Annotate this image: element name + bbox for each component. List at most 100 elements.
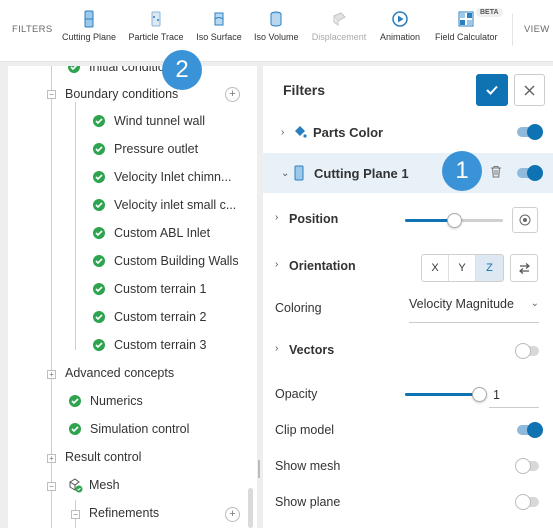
check-icon — [93, 171, 105, 183]
iso-surface-button[interactable]: Iso Surface — [196, 10, 242, 50]
tree-item-boundary[interactable]: Velocity inlet small c... — [93, 194, 236, 216]
expand-icon[interactable]: + — [47, 454, 56, 463]
axis-x-button[interactable]: X — [422, 255, 449, 281]
check-icon — [93, 199, 105, 211]
tree-item-result-control[interactable]: Result control — [65, 446, 141, 468]
tree-item-boundary[interactable]: Custom terrain 1 — [93, 278, 206, 300]
check-icon — [93, 143, 105, 155]
close-icon — [524, 84, 535, 96]
tree-item-boundary[interactable]: Custom terrain 3 — [93, 334, 206, 356]
expand-icon[interactable]: + — [47, 370, 56, 379]
opacity-slider-handle[interactable] — [472, 387, 487, 402]
chevron-right-icon[interactable]: › — [275, 343, 287, 354]
simulation-tree: Initial conditions − Boundary conditions… — [8, 66, 257, 528]
position-label: Position — [289, 212, 339, 226]
collapse-icon[interactable]: − — [47, 482, 56, 491]
collapse-icon[interactable]: − — [71, 510, 80, 519]
toolbar: FILTERS Cutting Plane Particle Trace Iso… — [0, 0, 553, 62]
axis-selector: X Y Z — [421, 254, 504, 282]
show-plane-toggle[interactable] — [515, 494, 539, 510]
cutting-plane-icon — [84, 10, 94, 28]
tree-item-boundary[interactable]: Pressure outlet — [93, 138, 198, 160]
chevron-right-icon[interactable]: › — [275, 259, 287, 270]
step-badge-2: 2 — [162, 50, 202, 90]
tree-item-simulation-control[interactable]: Simulation control — [69, 418, 189, 440]
tree-item-mesh[interactable]: Mesh — [67, 474, 120, 496]
step-badge-1: 1 — [442, 151, 482, 191]
target-icon — [519, 214, 531, 226]
tree-guide-line — [51, 468, 52, 528]
iso-surface-icon — [214, 12, 224, 26]
target-button[interactable] — [512, 207, 538, 233]
tree-scrollbar[interactable] — [248, 488, 253, 528]
tree-guide-line — [75, 102, 76, 350]
opacity-label: Opacity — [275, 387, 318, 401]
chevron-down-icon: ⌄ — [281, 167, 290, 179]
chevron-right-icon: › — [281, 126, 285, 138]
check-icon — [69, 423, 81, 435]
mesh-icon — [69, 478, 83, 493]
iso-volume-icon — [270, 11, 282, 27]
confirm-button[interactable] — [476, 74, 508, 106]
check-icon — [68, 66, 80, 73]
paint-bucket-icon — [295, 126, 307, 138]
tree-item-boundary[interactable]: Velocity Inlet chimn... — [93, 166, 231, 188]
iso-volume-button[interactable]: Iso Volume — [254, 10, 299, 50]
opacity-input[interactable]: 1 — [489, 384, 539, 408]
add-boundary-condition-button[interactable]: + — [225, 87, 240, 102]
opacity-slider[interactable] — [405, 387, 487, 402]
tree-item-boundary[interactable]: Wind tunnel wall — [93, 110, 205, 132]
check-icon — [93, 115, 105, 127]
tree-item-numerics[interactable]: Numerics — [69, 390, 143, 412]
particle-trace-button[interactable]: Particle Trace — [128, 10, 184, 50]
filters-section-label: FILTERS — [12, 24, 53, 35]
tree-item-boundary[interactable]: Custom ABL Inlet — [93, 222, 210, 244]
delete-icon[interactable] — [490, 165, 502, 178]
toolbar-divider — [512, 14, 513, 46]
tree-item-refinements[interactable]: Refinements — [89, 502, 159, 524]
tree-item-advanced-concepts[interactable]: Advanced concepts — [65, 362, 174, 384]
view-section-label[interactable]: VIEW — [524, 24, 549, 35]
animation-icon — [392, 11, 408, 27]
cutting-plane-icon — [294, 165, 304, 181]
check-icon — [69, 395, 81, 407]
coloring-select[interactable]: Velocity Magnitude ⌄ — [409, 295, 539, 323]
cutting-plane-toggle[interactable] — [517, 165, 543, 181]
check-icon — [93, 311, 105, 323]
cutting-plane-button[interactable]: Cutting Plane — [62, 10, 116, 50]
vectors-label: Vectors — [289, 343, 335, 357]
tree-item-boundary-conditions[interactable]: Boundary conditions — [65, 83, 178, 105]
clip-model-toggle[interactable] — [517, 422, 543, 438]
axis-z-button[interactable]: Z — [476, 255, 503, 281]
animation-button[interactable]: Animation — [379, 10, 421, 50]
beta-badge: BETA — [476, 8, 503, 17]
filter-row-parts-color[interactable]: › Parts Color — [263, 117, 553, 147]
displacement-button[interactable]: Displacement — [311, 10, 367, 50]
vectors-toggle[interactable] — [515, 343, 539, 359]
add-refinement-button[interactable]: + — [225, 507, 240, 522]
close-button[interactable] — [514, 74, 545, 106]
chevron-down-icon: ⌄ — [530, 298, 539, 309]
parts-color-toggle[interactable] — [517, 124, 543, 140]
position-slider[interactable] — [405, 213, 503, 228]
clip-model-label: Clip model — [275, 423, 335, 437]
check-icon — [93, 339, 105, 351]
displacement-icon — [333, 12, 346, 26]
chevron-right-icon[interactable]: › — [275, 212, 287, 223]
tree-guide-line — [51, 66, 52, 468]
swap-icon — [518, 262, 530, 274]
field-calculator-icon — [458, 11, 474, 27]
filter-row-cutting-plane[interactable]: ⌄ Cutting Plane 1 — [263, 153, 553, 193]
panel-title: Filters — [283, 82, 326, 98]
position-slider-handle[interactable] — [447, 213, 462, 228]
show-plane-label: Show plane — [275, 495, 341, 509]
checkmark-icon — [486, 85, 498, 95]
tree-item-boundary[interactable]: Custom terrain 2 — [93, 306, 206, 328]
collapse-icon[interactable]: − — [47, 90, 56, 99]
tree-item-boundary[interactable]: Custom Building Walls — [93, 250, 239, 272]
swap-direction-button[interactable] — [510, 254, 538, 282]
show-mesh-toggle[interactable] — [515, 458, 539, 474]
panel-resize-handle[interactable] — [258, 460, 260, 478]
filters-panel: Filters › Parts Color ⌄ Cutting Plane 1 … — [263, 66, 553, 528]
axis-y-button[interactable]: Y — [449, 255, 476, 281]
